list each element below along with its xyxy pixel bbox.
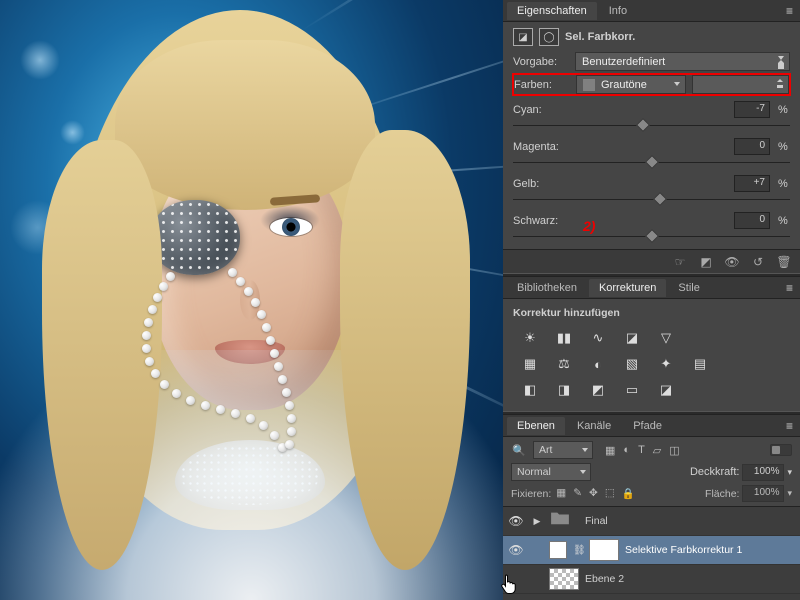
black-slider[interactable]	[513, 227, 790, 243]
vibrance-icon[interactable]: ▽	[655, 328, 677, 348]
adjustments-panel-tabs: Bibliotheken Korrekturen Stile ≡	[503, 277, 800, 299]
fill-value[interactable]: 100%	[742, 485, 784, 502]
visibility-toggle[interactable]	[507, 572, 525, 586]
gradient-map-icon[interactable]: ▭	[621, 380, 643, 400]
yellow-label: Gelb:	[513, 178, 573, 190]
visibility-toggle[interactable]: 👁	[507, 543, 525, 557]
channel-mixer-icon[interactable]: ✦	[655, 354, 677, 374]
mask-thumb[interactable]	[589, 539, 619, 561]
layer-filter-kind-dropdown[interactable]: Art	[533, 441, 593, 459]
lock-artboard-icon[interactable]: ⬚	[605, 487, 615, 500]
tab-layers[interactable]: Ebenen	[507, 417, 565, 435]
reset-icon[interactable]: ↺	[750, 254, 766, 270]
layer-selective-color[interactable]: 👁 ⛓ Selektive Farbkorrektur 1	[503, 536, 800, 565]
filter-pixel-icon[interactable]: ▦	[605, 444, 615, 457]
properties-panel-body: ◪ ◯ Sel. Farbkorr. Vorgabe: Benutzerdefi…	[503, 22, 800, 249]
black-label: Schwarz:	[513, 215, 573, 227]
lock-transparency-icon[interactable]: ▦	[556, 487, 566, 500]
trash-icon[interactable]: 🗑	[776, 254, 792, 270]
targeted-adjust-icon[interactable]: ☞	[672, 254, 688, 270]
adjustment-name: Sel. Farbkorr.	[565, 31, 635, 43]
filter-shape-icon[interactable]: ▱	[653, 444, 661, 457]
disclosure-icon[interactable]: ▶	[531, 516, 543, 527]
tab-styles[interactable]: Stile	[668, 279, 709, 297]
adjustments-panel-menu-icon[interactable]: ≡	[780, 281, 800, 295]
adjustment-type-icon: ◪	[513, 28, 533, 46]
colors-dropdown-ext[interactable]	[692, 75, 789, 94]
colors-label: Farben:	[514, 79, 570, 91]
brightness-contrast-icon[interactable]: ☀	[519, 328, 541, 348]
bw-icon[interactable]: ◐	[587, 354, 609, 374]
visibility-toggle[interactable]: 👁	[507, 514, 525, 528]
layer-filter-toggle[interactable]	[770, 444, 792, 456]
selective-color-icon[interactable]: ◪	[655, 380, 677, 400]
opacity-value[interactable]: 100%	[742, 464, 784, 481]
posterize-icon[interactable]: ◨	[553, 380, 575, 400]
blend-mode-dropdown[interactable]: Normal	[511, 463, 591, 481]
preset-dropdown[interactable]: Benutzerdefiniert	[575, 52, 790, 71]
tab-info[interactable]: Info	[599, 2, 637, 20]
preset-label: Vorgabe:	[513, 56, 569, 68]
tab-adjustments[interactable]: Korrekturen	[589, 279, 666, 297]
tab-paths[interactable]: Pfade	[623, 417, 672, 435]
yellow-slider[interactable]	[513, 190, 790, 206]
color-balance-icon[interactable]: ⚖	[553, 354, 575, 374]
lock-label: Fixieren:	[511, 488, 551, 500]
layer-ebene-2[interactable]: Ebene 2	[503, 565, 800, 594]
folder-icon	[549, 510, 579, 532]
levels-icon[interactable]: ▮▮	[553, 328, 575, 348]
tab-libraries[interactable]: Bibliotheken	[507, 279, 587, 297]
curves-icon[interactable]: ∿	[587, 328, 609, 348]
layer-thumb[interactable]	[549, 568, 579, 590]
layer-filter-search-icon[interactable]: 🔍	[511, 444, 527, 457]
photo-filter-icon[interactable]: ▧	[621, 354, 643, 374]
properties-panel-tabs: Eigenschaften Info ≡	[503, 0, 800, 22]
cyan-label: Cyan:	[513, 104, 573, 116]
filter-smart-icon[interactable]: ◫	[669, 444, 679, 457]
view-previous-icon[interactable]: 👁	[724, 254, 740, 270]
fill-chevron-icon[interactable]: ▾	[787, 488, 792, 499]
layer-list: 👁 ▶ Final 👁 ⛓ Selektive Farbkorrektur 1 …	[503, 507, 800, 600]
lock-pixels-icon[interactable]: ✎	[573, 487, 582, 500]
invert-icon[interactable]: ◧	[519, 380, 541, 400]
layers-panel-menu-icon[interactable]: ≡	[780, 419, 800, 433]
filter-type-icon[interactable]: T	[638, 444, 645, 457]
layers-panel-tabs: Ebenen Kanäle Pfade ≡	[503, 415, 800, 437]
mask-icon[interactable]: ◯	[539, 28, 559, 46]
opacity-label: Deckkraft:	[690, 466, 740, 478]
cyan-slider[interactable]	[513, 116, 790, 132]
exposure-icon[interactable]: ◪	[621, 328, 643, 348]
tab-channels[interactable]: Kanäle	[567, 417, 621, 435]
link-mask-icon[interactable]: ⛓	[573, 545, 583, 556]
hue-sat-icon[interactable]: ▦	[519, 354, 541, 374]
lock-position-icon[interactable]: ✥	[589, 487, 598, 500]
properties-panel-menu-icon[interactable]: ≡	[780, 4, 800, 18]
magenta-label: Magenta:	[513, 141, 573, 153]
filter-adjust-icon[interactable]: ◐	[623, 444, 630, 457]
fill-label: Fläche:	[705, 488, 739, 500]
adjustment-thumb-icon	[549, 541, 567, 559]
lock-all-icon[interactable]: 🔒	[622, 487, 635, 500]
tab-properties[interactable]: Eigenschaften	[507, 2, 597, 20]
colors-dropdown[interactable]: Grautöne	[576, 75, 686, 94]
document-canvas	[0, 0, 503, 600]
opacity-chevron-icon[interactable]: ▾	[787, 467, 792, 478]
clip-to-layer-icon[interactable]: ◩	[698, 254, 714, 270]
add-adjustment-heading: Korrektur hinzufügen	[513, 307, 790, 319]
magenta-slider[interactable]	[513, 153, 790, 169]
threshold-icon[interactable]: ◩	[587, 380, 609, 400]
color-lookup-icon[interactable]: ▤	[689, 354, 711, 374]
layer-group-final[interactable]: 👁 ▶ Final	[503, 507, 800, 536]
properties-footer: ☞ ◩ 👁 ↺ 🗑	[503, 249, 800, 273]
